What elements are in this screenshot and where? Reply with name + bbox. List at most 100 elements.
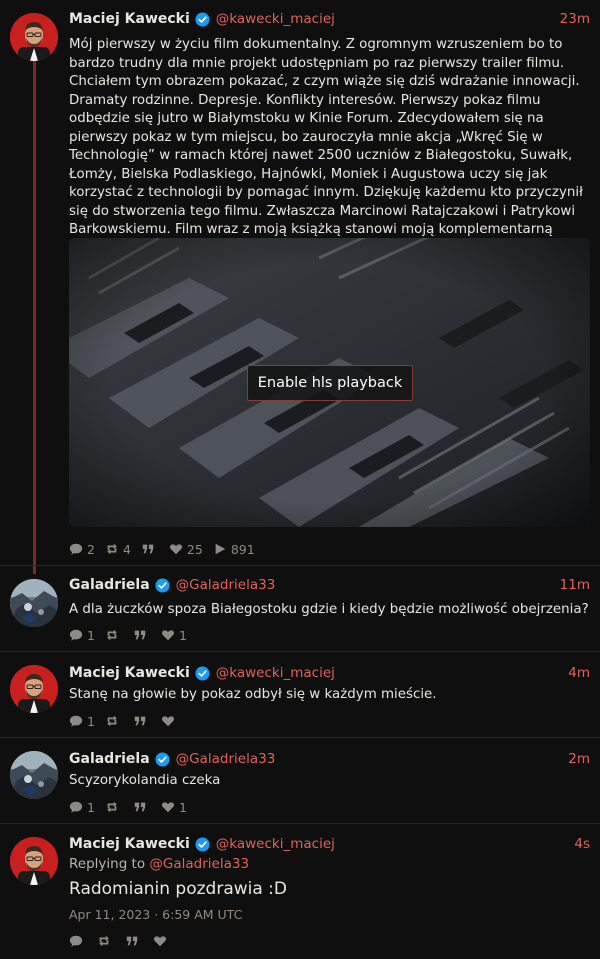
tweet-time-link[interactable]: 11m: [560, 575, 590, 595]
tweet-header: Galadriela @Galadriela33 2m: [69, 749, 590, 769]
like-stat[interactable]: 1: [161, 800, 187, 815]
retweet-icon: [107, 801, 117, 813]
tweet-header: Maciej Kawecki @kawecki_maciej 23m: [69, 9, 590, 29]
replying-to-label: Replying to: [69, 856, 150, 872]
reply-tweet: Galadriela @Galadriela33 11m A dla żuczk…: [0, 566, 600, 651]
username-link[interactable]: @kawecki_maciej: [216, 834, 335, 854]
reply-stat[interactable]: 1: [69, 628, 95, 643]
reply-count: 1: [87, 627, 95, 643]
quote-icon: [134, 716, 146, 726]
quote-stat[interactable]: [133, 714, 151, 728]
views-count: 891: [230, 541, 255, 557]
tweet-time-link[interactable]: 4s: [574, 834, 590, 854]
tweet-stats: 2 4 25 891: [69, 541, 265, 557]
like-icon: [161, 802, 174, 813]
quote-icon: [134, 802, 146, 812]
reply-stat[interactable]: 2: [69, 542, 95, 557]
reply-icon: [69, 543, 83, 555]
verified-badge-icon: [155, 751, 170, 767]
like-stat[interactable]: [153, 934, 171, 948]
retweet-stat[interactable]: [97, 934, 115, 948]
tweet-stats: 1: [69, 713, 189, 729]
reply-icon: [69, 801, 83, 813]
retweet-icon: [107, 629, 117, 641]
avatar-galadriela-image: [10, 751, 58, 799]
reply-stat[interactable]: 1: [69, 800, 95, 815]
retweet-icon: [107, 715, 117, 727]
tweet-stats: [69, 933, 181, 949]
tweet-text: Mój pierwszy w życiu film dokumentalny. …: [69, 37, 583, 256]
reply-count: 1: [87, 799, 95, 815]
quote-icon: [142, 544, 154, 554]
username-link[interactable]: @Galadriela33: [176, 575, 276, 595]
quote-stat[interactable]: [141, 542, 159, 556]
avatar[interactable]: [10, 665, 58, 713]
tweet-header: Maciej Kawecki @kawecki_maciej 4m: [69, 663, 590, 683]
views-stat: 891: [213, 542, 255, 557]
avatar[interactable]: [10, 579, 58, 627]
reply-tweet: Maciej Kawecki @kawecki_maciej 4m Stanę …: [0, 652, 600, 737]
like-count: 25: [186, 541, 203, 557]
quote-icon: [134, 630, 146, 640]
tweet-stats: 1 1: [69, 627, 197, 643]
quote-icon: [126, 936, 138, 946]
like-stat[interactable]: 1: [161, 628, 187, 643]
verified-badge-icon: [195, 665, 210, 681]
verified-badge-icon: [195, 836, 210, 852]
quote-stat[interactable]: [125, 934, 143, 948]
like-icon: [154, 936, 166, 947]
focused-tweet: Maciej Kawecki @kawecki_maciej 4s Replyi…: [0, 824, 600, 959]
tweet-header: Galadriela @Galadriela33 11m: [69, 575, 590, 595]
quote-stat[interactable]: [133, 800, 151, 814]
tweet-text: Scyzorykolandia czeka: [69, 773, 221, 788]
thread-connector: [33, 58, 36, 574]
retweet-stat[interactable]: [105, 628, 123, 642]
avatar-maciej-image: [10, 665, 58, 713]
avatar-maciej-image: [10, 13, 58, 61]
display-name[interactable]: Maciej Kawecki: [69, 834, 190, 854]
username-link[interactable]: @kawecki_maciej: [216, 663, 335, 683]
quote-stat[interactable]: [133, 628, 151, 642]
reply-count: 2: [87, 541, 95, 557]
username-link[interactable]: @Galadriela33: [176, 749, 276, 769]
enable-hls-button[interactable]: Enable hls playback: [247, 365, 413, 401]
like-count: 1: [178, 627, 187, 643]
reply-icon: [69, 935, 83, 947]
like-stat[interactable]: [161, 714, 179, 728]
retweet-stat[interactable]: 4: [105, 542, 131, 557]
tweet-header: Maciej Kawecki @kawecki_maciej 4s: [69, 834, 590, 854]
avatar[interactable]: [10, 13, 58, 61]
like-icon: [161, 716, 174, 727]
verified-badge-icon: [195, 11, 210, 27]
views-icon: [215, 543, 226, 555]
retweet-stat[interactable]: [105, 800, 123, 814]
tweet-time-link[interactable]: 23m: [560, 9, 590, 29]
display-name[interactable]: Maciej Kawecki: [69, 9, 190, 29]
retweet-icon: [107, 543, 117, 555]
avatar[interactable]: [10, 837, 58, 885]
like-stat[interactable]: 25: [169, 542, 203, 557]
verified-badge-icon: [155, 577, 170, 593]
tweet-time-link[interactable]: 2m: [568, 749, 590, 769]
reply-stat[interactable]: [69, 934, 87, 948]
main-tweet: Maciej Kawecki @kawecki_maciej 23m Mój p…: [0, 0, 600, 574]
replying-to: Replying to @Galadriela33: [69, 856, 249, 872]
reply-stat[interactable]: 1: [69, 714, 95, 729]
tweet-text: Radomianin pozdrawia :D: [69, 879, 288, 899]
video-player[interactable]: Enable hls playback: [69, 238, 590, 527]
avatar-maciej-image: [10, 837, 58, 885]
display-name[interactable]: Galadriela: [69, 575, 150, 595]
avatar-galadriela-image: [10, 579, 58, 627]
conversation-thread: Maciej Kawecki @kawecki_maciej 23m Mój p…: [0, 0, 600, 959]
tweet-text: Stanę na głowie by pokaz odbył się w każ…: [69, 687, 437, 702]
display-name[interactable]: Maciej Kawecki: [69, 663, 190, 683]
retweet-stat[interactable]: [105, 714, 123, 728]
reply-icon: [69, 715, 83, 727]
display-name[interactable]: Galadriela: [69, 749, 150, 769]
tweet-time-link[interactable]: 4m: [568, 663, 590, 683]
username-link[interactable]: @kawecki_maciej: [216, 9, 335, 29]
replying-to-user-link[interactable]: @Galadriela33: [149, 856, 249, 872]
reply-count: 1: [87, 713, 95, 729]
tweet-date[interactable]: Apr 11, 2023 · 6:59 AM UTC: [69, 907, 242, 922]
avatar[interactable]: [10, 751, 58, 799]
